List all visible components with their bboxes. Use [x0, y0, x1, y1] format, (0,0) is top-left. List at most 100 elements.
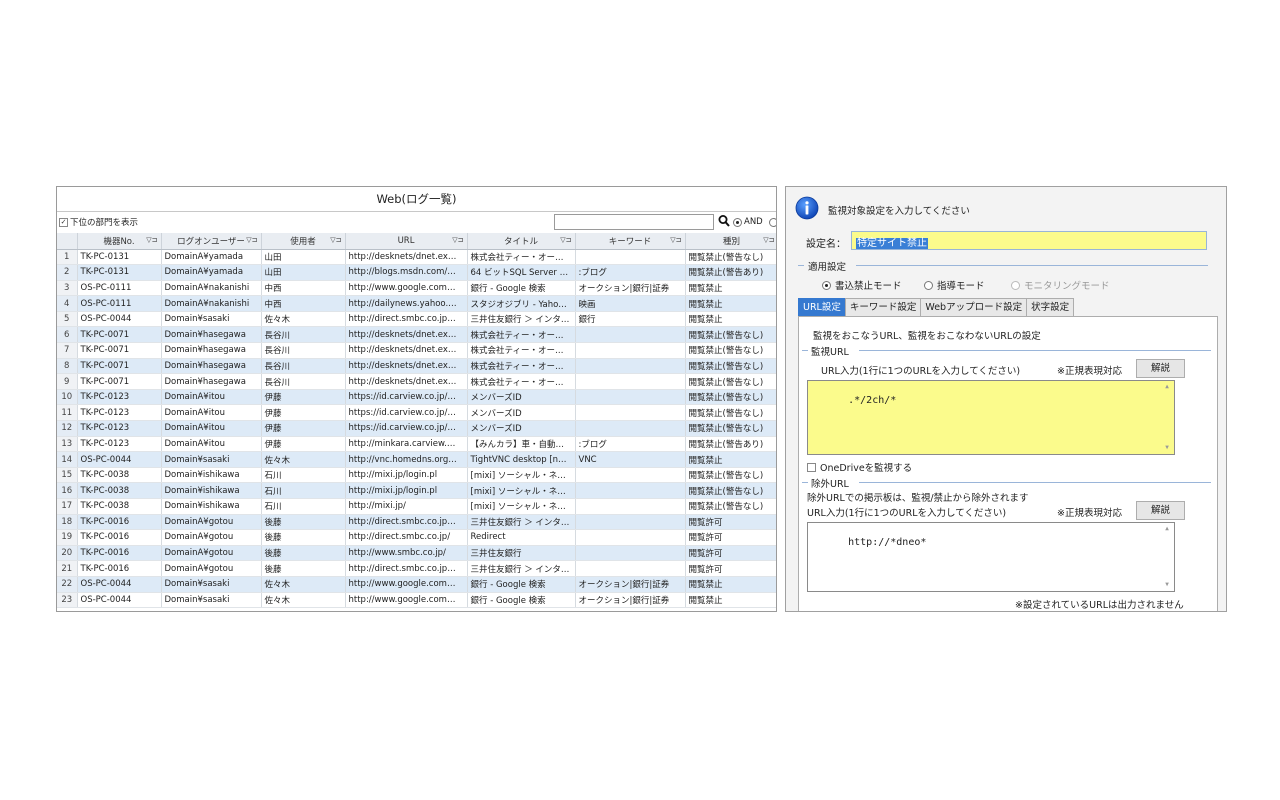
row-number-header — [57, 233, 78, 250]
group-divider — [859, 350, 1211, 351]
table-row[interactable]: 13 TK-PC-0123 DomainA¥itou 伊藤 http://minkara… — [57, 436, 776, 453]
column-header[interactable]: URL ▽⊐ — [345, 233, 468, 250]
radio-selected-icon[interactable] — [822, 280, 831, 290]
tab-form-settings[interactable]: 状字設定 — [1026, 298, 1075, 316]
column-header[interactable]: キーワード ▽⊐ — [575, 233, 686, 250]
table-cell: 後藤 — [261, 545, 346, 562]
onedrive-monitor-checkbox[interactable]: OneDriveを監視する — [807, 460, 912, 474]
scroll-up-icon[interactable]: ▲ — [1161, 524, 1173, 534]
table-row[interactable]: 9 TK-PC-0071 Domain¥hasegawa 長谷川 http://desk… — [57, 373, 776, 390]
exclude-url-textarea[interactable]: http://*dneo* ▲ ▼ — [807, 522, 1175, 592]
table-row[interactable]: 17 TK-PC-0038 Domain¥ishikawa 石川 http://mixi… — [57, 498, 776, 515]
and-radio[interactable]: AND — [733, 217, 763, 227]
table-cell: https://id.carview.co.jp/… — [345, 389, 468, 406]
filter-icon[interactable]: ▽⊐ — [560, 236, 571, 244]
column-header[interactable]: 機器No. ▽⊐ — [77, 233, 162, 250]
table-cell: http://direct.smbc.co.jp… — [345, 514, 468, 531]
scroll-up-icon[interactable]: ▲ — [1161, 382, 1173, 392]
setting-name-field[interactable]: 特定サイト禁止 — [851, 231, 1207, 250]
show-subdepartments-checkbox[interactable]: ✓ 下位の部門を表示 — [59, 216, 138, 228]
filter-icon[interactable]: ▽⊐ — [330, 236, 341, 244]
scrollbar[interactable]: ▲ ▼ — [1161, 524, 1173, 590]
table-cell: 石川 — [261, 467, 346, 484]
checkbox-checked-icon[interactable]: ✓ — [59, 217, 68, 227]
table-cell — [575, 482, 686, 499]
filter-icon[interactable]: ▽⊐ — [452, 236, 463, 244]
table-row[interactable]: 8 TK-PC-0071 Domain¥hasegawa 長谷川 http://desk… — [57, 358, 776, 375]
table-row[interactable]: 14 OS-PC-0044 Domain¥sasaki 佐々木 http://vnc.h… — [57, 451, 776, 468]
scroll-down-icon[interactable]: ▼ — [1161, 580, 1173, 590]
table-row[interactable]: 12 TK-PC-0123 DomainA¥itou 伊藤 https://id.car… — [57, 420, 776, 437]
table-cell: 中西 — [261, 280, 346, 297]
scroll-down-icon[interactable]: ▼ — [1161, 443, 1173, 453]
radio-unselected-icon[interactable] — [769, 217, 776, 227]
search-input[interactable] — [554, 214, 714, 230]
radio-unselected-icon[interactable] — [924, 280, 933, 290]
filter-icon[interactable]: ▽⊐ — [670, 236, 681, 244]
table-cell: DomainA¥gotou — [161, 560, 262, 577]
table-row[interactable]: 21 TK-PC-0016 DomainA¥gotou 後藤 http://direct… — [57, 560, 776, 577]
table-cell — [575, 467, 686, 484]
write-prohibit-mode-radio[interactable]: 書込禁止モード — [822, 278, 902, 292]
table-cell: 閲覧禁止(警告なし) — [685, 249, 776, 266]
checkbox-unchecked-icon[interactable] — [807, 462, 816, 472]
table-cell: TK-PC-0123 — [77, 404, 162, 422]
table-row[interactable]: 18 TK-PC-0016 DomainA¥gotou 後藤 http://direct… — [57, 514, 776, 531]
table-cell — [575, 358, 686, 375]
table-cell — [575, 498, 686, 515]
or-radio[interactable]: OR — [769, 217, 776, 227]
apply-settings-label: 適用設定 — [808, 262, 847, 273]
table-cell: OS-PC-0044 — [77, 311, 162, 328]
filter-icon[interactable]: ▽⊐ — [763, 236, 774, 244]
table-cell: Domain¥hasegawa — [161, 358, 262, 375]
row-number: 11 — [57, 404, 78, 422]
tab-url-settings[interactable]: URL設定 — [798, 298, 846, 316]
filter-icon[interactable]: ▽⊐ — [246, 236, 257, 244]
table-cell: :ブログ — [575, 264, 686, 281]
exclude-explain-button[interactable]: 解説 — [1136, 501, 1185, 520]
table-row[interactable]: 15 TK-PC-0038 Domain¥ishikawa 石川 http://mixi… — [57, 467, 776, 484]
table-cell: http://minkara.carview.… — [345, 436, 468, 453]
table-cell: 後藤 — [261, 514, 346, 531]
table-row[interactable]: 22 OS-PC-0044 Domain¥sasaki 佐々木 http://www.g… — [57, 576, 776, 593]
table-cell: http://www.google.com… — [345, 576, 468, 593]
explain-button[interactable]: 解説 — [1136, 359, 1185, 378]
table-cell: TK-PC-0038 — [77, 467, 162, 484]
monitor-url-text: .*/2ch/* — [848, 395, 897, 406]
filter-icon[interactable]: ▽⊐ — [146, 236, 157, 244]
radio-selected-icon[interactable] — [733, 217, 742, 227]
column-header[interactable]: タイトル ▽⊐ — [467, 233, 576, 250]
tab-keyword-settings[interactable]: キーワード設定 — [844, 298, 922, 316]
table-row[interactable]: 20 TK-PC-0016 DomainA¥gotou 後藤 http://www.sm… — [57, 545, 776, 562]
guidance-mode-radio[interactable]: 指導モード — [924, 278, 985, 292]
table-row[interactable]: 6 TK-PC-0071 Domain¥hasegawa 長谷川 http://desk… — [57, 326, 776, 344]
table-row[interactable]: 10 TK-PC-0123 DomainA¥itou 伊藤 https://id.car… — [57, 389, 776, 406]
table-row[interactable]: 23 OS-PC-0044 Domain¥sasaki 佐々木 http://www.g… — [57, 592, 776, 609]
table-row[interactable]: 16 TK-PC-0038 Domain¥ishikawa 石川 http://mixi… — [57, 482, 776, 499]
table-cell: 伊藤 — [261, 420, 346, 437]
table-row[interactable]: 1 TK-PC-0131 DomainA¥yamada 山田 http://deskne… — [57, 249, 776, 266]
column-header[interactable]: ログオンユーザー ▽⊐ — [161, 233, 262, 250]
table-cell: メンバーズID — [467, 389, 576, 406]
table-row[interactable]: 11 TK-PC-0123 DomainA¥itou 伊藤 https://id.car… — [57, 404, 776, 422]
table-row[interactable]: 2 TK-PC-0131 DomainA¥yamada 山田 http://blogs.… — [57, 264, 776, 281]
column-header[interactable]: 使用者 ▽⊐ — [261, 233, 346, 250]
scrollbar[interactable]: ▲ ▼ — [1161, 382, 1173, 453]
table-row[interactable]: 19 TK-PC-0016 DomainA¥gotou 後藤 http://direct… — [57, 529, 776, 546]
column-header[interactable]: 種別 ▽⊐ — [685, 233, 776, 250]
search-icon[interactable] — [718, 214, 730, 228]
table-cell: Domain¥hasegawa — [161, 373, 262, 390]
monitor-url-textarea[interactable]: .*/2ch/* ▲ ▼ — [807, 380, 1175, 455]
radio-disabled-icon[interactable] — [1011, 280, 1020, 290]
table-row[interactable]: 4 OS-PC-0111 DomainA¥nakanishi 中西 http://dai… — [57, 295, 776, 312]
table-row[interactable]: 7 TK-PC-0071 Domain¥hasegawa 長谷川 http://desk… — [57, 342, 776, 359]
table-row[interactable]: 5 OS-PC-0044 Domain¥sasaki 佐々木 http://direct… — [57, 311, 776, 328]
table-cell: 株式会社ティー・オー・エス… — [467, 358, 576, 375]
group-divider — [802, 482, 808, 483]
tab-web-upload-settings[interactable]: Webアップロード設定 — [920, 298, 1028, 316]
table-row[interactable]: 3 OS-PC-0111 DomainA¥nakanishi 中西 http://www… — [57, 280, 776, 297]
monitor-settings-panel: 監視対象設定を入力してください 設定名： 特定サイト禁止 適用設定 書込禁止モー… — [785, 186, 1227, 612]
table-cell: 三井住友銀行 ＞ インタ… — [467, 514, 576, 531]
row-number: 17 — [57, 498, 78, 515]
monitoring-mode-radio[interactable]: モニタリングモード — [1011, 278, 1110, 292]
